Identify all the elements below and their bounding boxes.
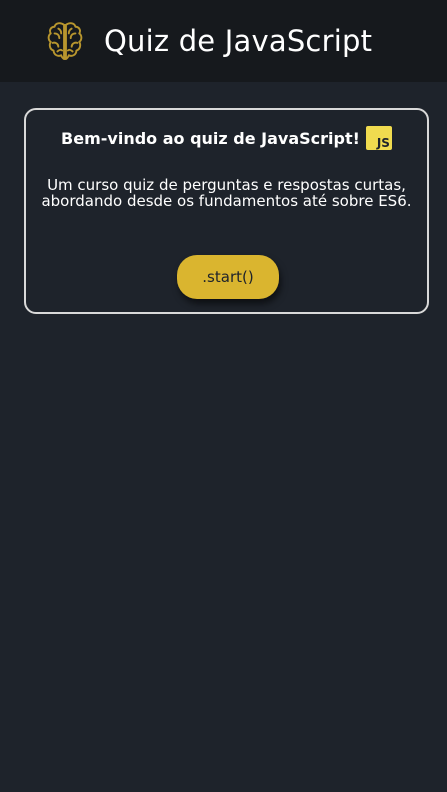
welcome-heading: Bem-vindo ao quiz de JavaScript! xyxy=(61,128,360,148)
welcome-heading-row: Bem-vindo ao quiz de JavaScript! JS xyxy=(26,126,427,150)
start-button[interactable]: .start() xyxy=(177,255,279,299)
js-badge-text: JS xyxy=(376,136,390,150)
app-title: Quiz de JavaScript xyxy=(104,24,373,58)
brain-icon xyxy=(47,22,83,60)
app-header: Quiz de JavaScript xyxy=(0,0,447,82)
quiz-description: Um curso quiz de perguntas e respostas c… xyxy=(41,176,412,210)
javascript-logo-icon: JS xyxy=(365,126,392,150)
welcome-card: Bem-vindo ao quiz de JavaScript! JS Um c… xyxy=(24,108,429,314)
